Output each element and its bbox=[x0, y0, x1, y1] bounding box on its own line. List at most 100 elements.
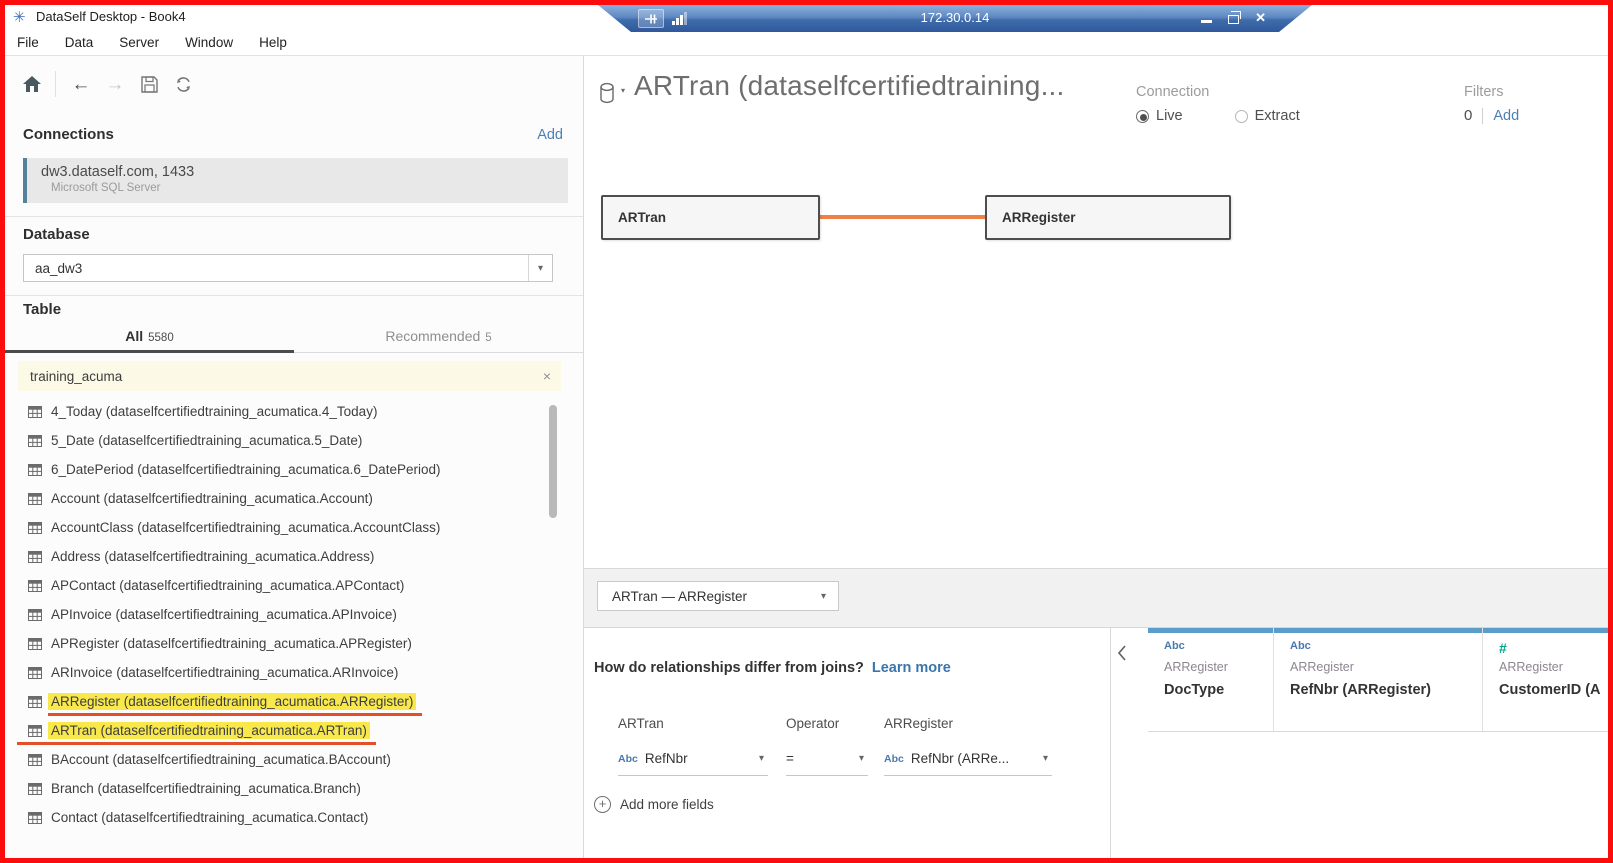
list-item[interactable]: Address (dataselfcertifiedtraining_acuma… bbox=[5, 542, 565, 571]
table-item-label: APContact (dataselfcertifiedtraining_acu… bbox=[51, 578, 404, 593]
add-filter-link[interactable]: Add bbox=[1493, 108, 1519, 124]
table-item-label: AccountClass (dataselfcertifiedtraining_… bbox=[51, 520, 440, 535]
connections-title: Connections bbox=[23, 126, 114, 143]
connection-label: Connection bbox=[1136, 84, 1300, 100]
toolbar: ← → bbox=[5, 64, 200, 104]
rdp-minimize-button[interactable] bbox=[1201, 20, 1212, 23]
radio-live[interactable]: Live bbox=[1136, 108, 1183, 124]
field-type-icon: # bbox=[1499, 640, 1608, 656]
field-type-icon: Abc bbox=[1290, 640, 1482, 656]
back-button[interactable]: ← bbox=[64, 69, 98, 99]
list-item[interactable]: ARInvoice (dataselfcertifiedtraining_acu… bbox=[5, 658, 565, 687]
table-item-label: BAccount (dataselfcertifiedtraining_acum… bbox=[51, 752, 391, 767]
table-icon bbox=[28, 812, 42, 824]
menu-data[interactable]: Data bbox=[65, 35, 94, 50]
preview-column-header[interactable]: AbcARRegisterDocType bbox=[1148, 628, 1274, 731]
relationship-editor: How do relationships differ from joins?L… bbox=[584, 628, 1110, 858]
table-search-input[interactable] bbox=[18, 369, 533, 384]
list-item[interactable]: AccountClass (dataselfcertifiedtraining_… bbox=[5, 513, 565, 542]
radio-extract[interactable]: Extract bbox=[1235, 108, 1300, 124]
datasource-icon-button[interactable]: ▾ bbox=[598, 82, 625, 106]
relationship-link-line[interactable] bbox=[820, 215, 985, 219]
preview-field-name: DocType bbox=[1164, 682, 1273, 698]
list-item[interactable]: Branch (dataselfcertifiedtraining_acumat… bbox=[5, 774, 565, 803]
preview-table-name: ARRegister bbox=[1290, 660, 1482, 674]
relationship-select-value: ARTran — ARRegister bbox=[598, 589, 821, 604]
list-item[interactable]: APInvoice (dataselfcertifiedtraining_acu… bbox=[5, 600, 565, 629]
radio-unselected-icon bbox=[1235, 110, 1248, 123]
table-item-label: ARRegister (dataselfcertifiedtraining_ac… bbox=[48, 693, 416, 710]
tab-recommended-label: Recommended bbox=[385, 328, 480, 344]
list-item[interactable]: Account (dataselfcertifiedtraining_acuma… bbox=[5, 484, 565, 513]
divider bbox=[5, 216, 583, 217]
database-select[interactable]: aa_dw3 ▾ bbox=[23, 254, 553, 282]
chevron-down-icon: ▾ bbox=[1035, 753, 1052, 764]
save-button[interactable] bbox=[132, 69, 166, 99]
preview-column-header[interactable]: #ARRegisterCustomerID (A bbox=[1483, 628, 1608, 731]
list-item[interactable]: APContact (dataselfcertifiedtraining_acu… bbox=[5, 571, 565, 600]
rdp-connection-bar: 172.30.0.14 ✕ bbox=[598, 5, 1312, 32]
forward-button[interactable]: → bbox=[98, 69, 132, 99]
list-item[interactable]: ARRegister (dataselfcertifiedtraining_ac… bbox=[5, 687, 565, 716]
canvas-table-artran[interactable]: ARTran bbox=[601, 195, 820, 240]
table-tabs: All 5580 Recommended 5 bbox=[5, 324, 583, 353]
canvas-table-artran-label: ARTran bbox=[618, 210, 666, 225]
preview-column-header[interactable]: Abc ARRegister RefNbr (ARRegister) bbox=[1274, 628, 1483, 731]
filters-section: Filters 0 Add bbox=[1464, 84, 1519, 124]
table-icon bbox=[28, 464, 42, 476]
learn-more-link[interactable]: Learn more bbox=[872, 660, 951, 676]
main-area: ▾ ARTran (dataselfcertifiedtraining... C… bbox=[584, 56, 1608, 858]
chevron-down-icon: ▾ bbox=[851, 753, 868, 764]
datasource-title: ARTran (dataselfcertifiedtraining... bbox=[634, 70, 1065, 102]
operator-select[interactable]: = ▾ bbox=[786, 742, 868, 776]
table-icon bbox=[28, 667, 42, 679]
annotation-underline bbox=[48, 713, 422, 716]
radio-live-label: Live bbox=[1156, 108, 1183, 124]
collapse-preview-button[interactable] bbox=[1116, 644, 1136, 664]
clear-search-icon[interactable]: × bbox=[533, 368, 561, 384]
menu-help[interactable]: Help bbox=[259, 35, 287, 50]
preview-field-name: RefNbr (ARRegister) bbox=[1290, 682, 1482, 698]
list-item[interactable]: APRegister (dataselfcertifiedtraining_ac… bbox=[5, 629, 565, 658]
operator-value: = bbox=[786, 751, 851, 766]
preview-grid-header: AbcARRegisterDocType Abc ARRegister RefNbr … bbox=[1148, 628, 1608, 732]
home-icon bbox=[22, 75, 42, 93]
table-item-label: APInvoice (dataselfcertifiedtraining_acu… bbox=[51, 607, 397, 622]
table-list: 4_Today (dataselfcertifiedtraining_acuma… bbox=[5, 397, 565, 858]
add-connection-link[interactable]: Add bbox=[537, 127, 563, 143]
connection-item[interactable]: dw3.dataself.com, 1433 Microsoft SQL Ser… bbox=[23, 158, 568, 203]
list-item[interactable]: 5_Date (dataselfcertifiedtraining_acumat… bbox=[5, 426, 565, 455]
table-item-label: Account (dataselfcertifiedtraining_acuma… bbox=[51, 491, 373, 506]
connection-name: dw3.dataself.com, 1433 bbox=[41, 164, 568, 180]
table-item-label: Branch (dataselfcertifiedtraining_acumat… bbox=[51, 781, 361, 796]
table-item-label: ARInvoice (dataselfcertifiedtraining_acu… bbox=[51, 665, 398, 680]
menu-file[interactable]: File bbox=[17, 35, 39, 50]
back-arrow-icon: ← bbox=[72, 75, 91, 94]
rdp-close-button[interactable]: ✕ bbox=[1255, 9, 1266, 26]
connections-header: Connections Add bbox=[23, 126, 563, 143]
list-item[interactable]: 4_Today (dataselfcertifiedtraining_acuma… bbox=[5, 397, 565, 426]
tab-all[interactable]: All 5580 bbox=[5, 324, 294, 353]
menu-server[interactable]: Server bbox=[119, 35, 159, 50]
tab-recommended-count: 5 bbox=[485, 332, 491, 344]
tab-recommended[interactable]: Recommended 5 bbox=[294, 324, 583, 353]
menu-window[interactable]: Window bbox=[185, 35, 233, 50]
list-item[interactable]: Contact (dataselfcertifiedtraining_acuma… bbox=[5, 803, 565, 832]
list-item[interactable]: BAccount (dataselfcertifiedtraining_acum… bbox=[5, 745, 565, 774]
table-title: Table bbox=[23, 301, 61, 318]
add-more-fields-button[interactable]: + Add more fields bbox=[594, 796, 714, 813]
refresh-button[interactable] bbox=[166, 69, 200, 99]
table-icon bbox=[28, 609, 42, 621]
table-search: × bbox=[18, 361, 561, 391]
relationship-select[interactable]: ARTran — ARRegister ▾ bbox=[597, 581, 839, 611]
list-item[interactable]: ARTran (dataselfcertifiedtraining_acumat… bbox=[5, 716, 565, 745]
home-button[interactable] bbox=[15, 69, 49, 99]
right-field-select[interactable]: Abc RefNbr (ARRe... ▾ bbox=[884, 742, 1052, 776]
bottom-panel: How do relationships differ from joins?L… bbox=[584, 628, 1608, 858]
canvas-table-arregister[interactable]: ARRegister bbox=[985, 195, 1231, 240]
left-field-select[interactable]: Abc RefNbr ▾ bbox=[618, 742, 768, 776]
scrollbar-thumb[interactable] bbox=[549, 405, 557, 518]
database-icon bbox=[598, 82, 618, 106]
rdp-restore-button[interactable] bbox=[1228, 15, 1239, 24]
list-item[interactable]: 6_DatePeriod (dataselfcertifiedtraining_… bbox=[5, 455, 565, 484]
